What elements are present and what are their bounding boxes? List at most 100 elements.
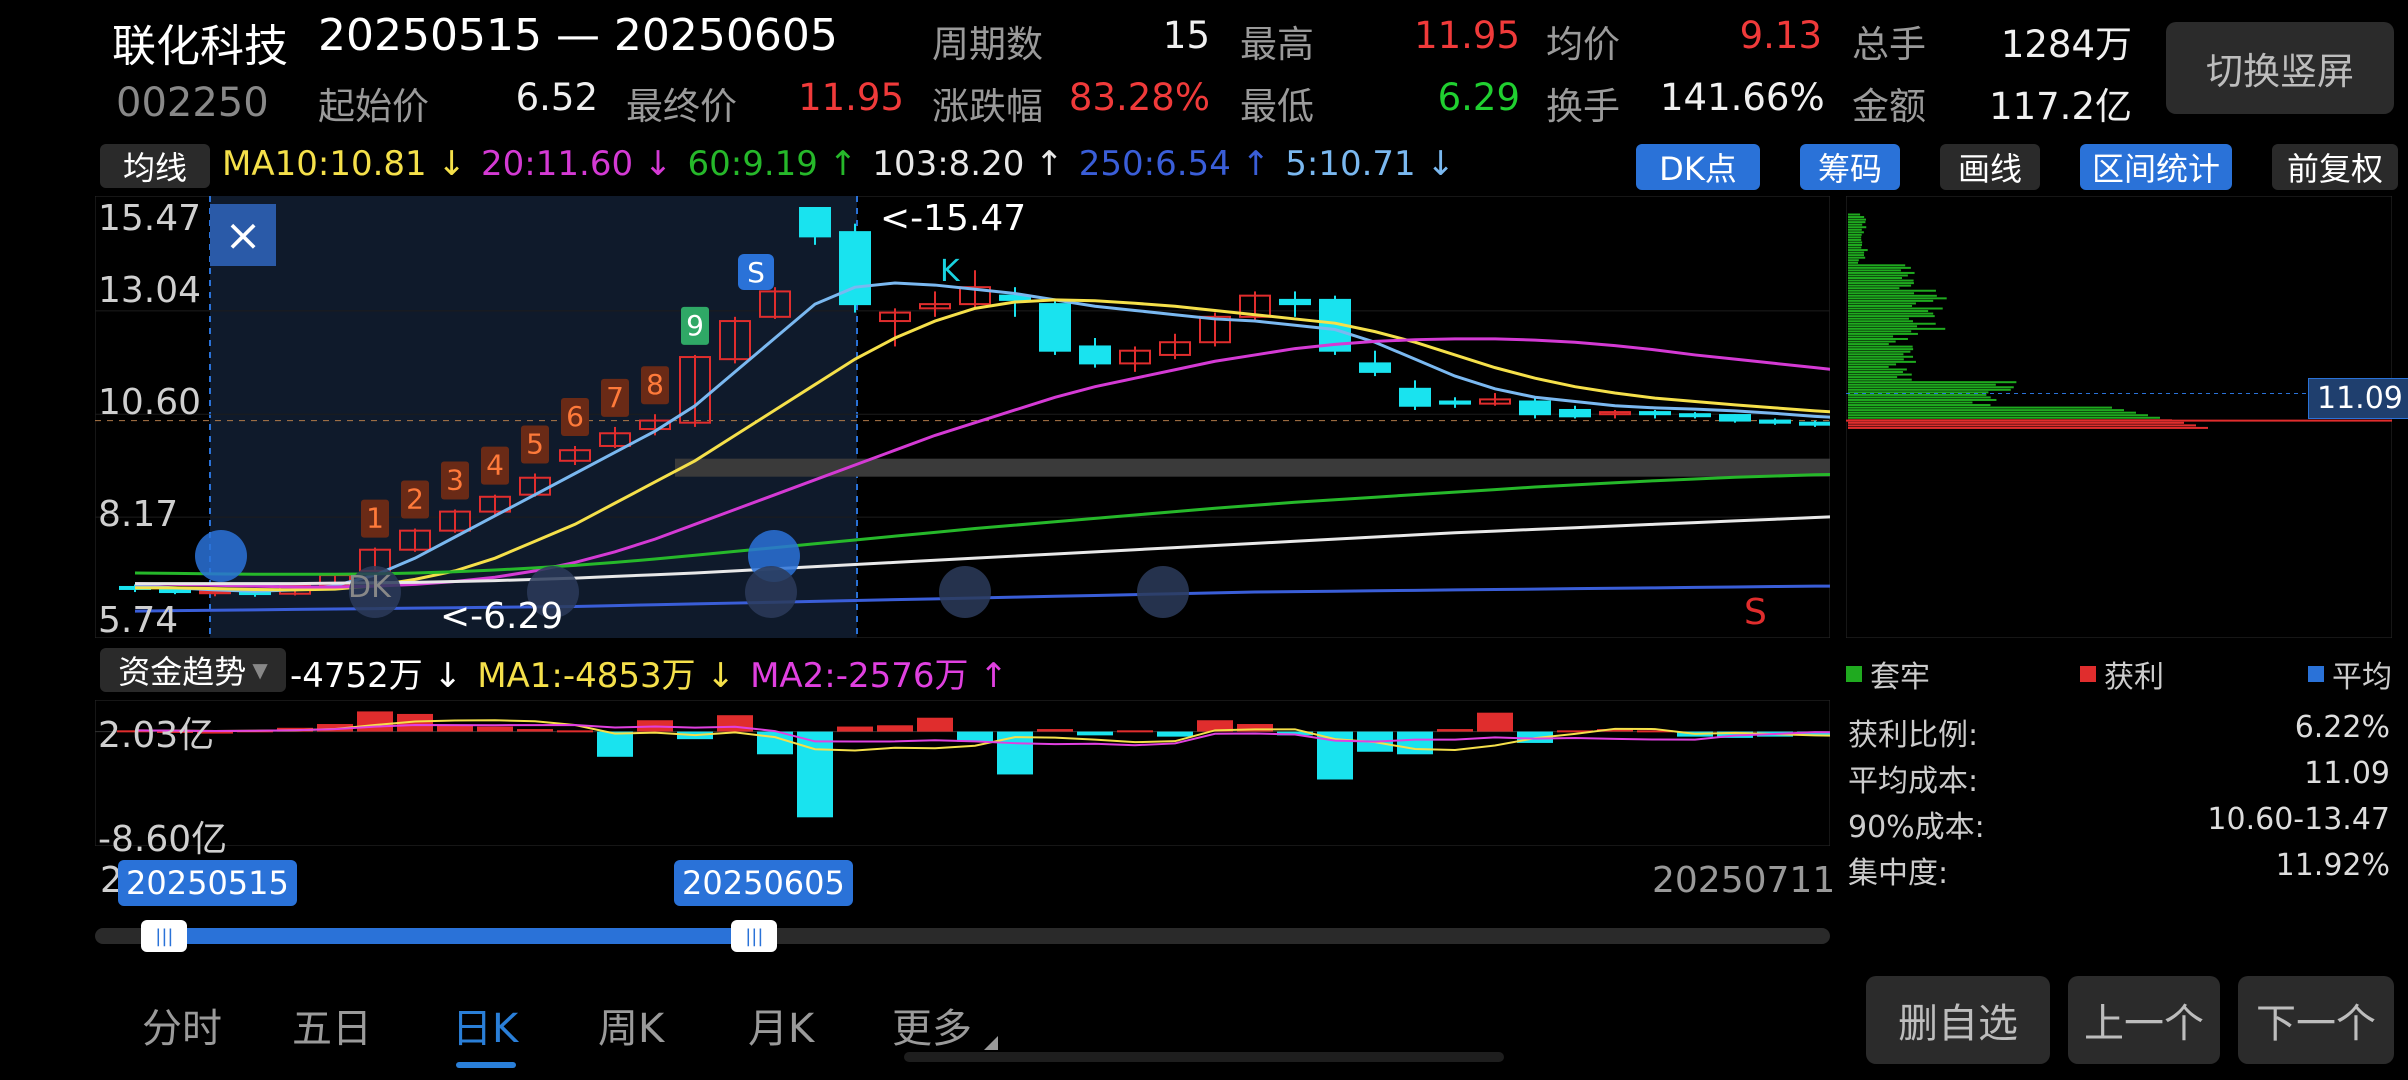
- tab-intraday[interactable]: 分时: [142, 996, 222, 1054]
- chip-bar: [1848, 282, 1914, 284]
- chip-bar: [1848, 427, 2208, 429]
- nav-handle-circle: [745, 566, 797, 618]
- stat-value: 141.66%: [1660, 76, 1822, 119]
- previous-button[interactable]: 上一个: [2068, 976, 2220, 1064]
- stat-label: 最高: [1240, 14, 1314, 68]
- chip-bar: [1848, 310, 1928, 312]
- chip-bar: [1848, 417, 2160, 419]
- range-start-handle[interactable]: |||: [141, 920, 187, 952]
- chip-bar: [1848, 231, 1864, 233]
- chip-bar: [1848, 343, 1889, 345]
- range-start-tag: 20250515: [118, 860, 297, 906]
- nav-handle-circle: [1137, 566, 1189, 618]
- tab-weekly-k[interactable]: 周K: [598, 996, 664, 1054]
- stock-code: 002250: [116, 80, 269, 126]
- tab-more[interactable]: 更多: [892, 996, 972, 1054]
- fund-bar: [1437, 729, 1473, 732]
- y-tick: 15.47: [98, 198, 201, 239]
- dk-point-label: DK点: [1659, 144, 1737, 190]
- fund-bar: [837, 727, 873, 732]
- active-tab-indicator: [456, 1062, 516, 1068]
- chip-bar: [1848, 412, 2136, 414]
- chip-bar: [1848, 348, 1913, 350]
- stat-label: 周期数: [932, 14, 1043, 68]
- chip-bar: [1848, 252, 1864, 254]
- chip-button[interactable]: 筹码: [1800, 144, 1900, 190]
- remove-favorite-button[interactable]: 删自选: [1866, 976, 2050, 1064]
- fund-bar: [1077, 732, 1113, 736]
- chip-stat-value: 11.09: [2150, 756, 2390, 791]
- stat-label: 换手: [1546, 76, 1620, 130]
- chip-bar: [1848, 272, 1915, 274]
- chip-stat-label: 90%成本:: [1848, 802, 1985, 846]
- chip-bar: [1848, 399, 1996, 401]
- td-count-text: 4: [486, 449, 504, 482]
- candle-body: [1760, 421, 1790, 423]
- fund-bar: [1157, 732, 1193, 737]
- candle-body: [1400, 389, 1430, 406]
- chip-bar: [1848, 257, 1865, 259]
- stat-label: 均价: [1546, 14, 1620, 68]
- chip-stat-value: 11.92%: [2150, 848, 2390, 883]
- chip-stat-label: 平均成本:: [1848, 756, 1978, 800]
- chip-bar: [1848, 214, 1860, 216]
- fund-bar: [1477, 713, 1513, 732]
- y-tick: 5.74: [98, 600, 178, 641]
- fund-y-tick: -8.60亿: [98, 810, 227, 862]
- range-end-handle[interactable]: |||: [731, 920, 777, 952]
- chip-bar: [1848, 353, 1903, 355]
- y-tick: 10.60: [98, 382, 201, 423]
- chip-bar: [1848, 374, 1912, 376]
- chip-bar: [1848, 308, 1943, 310]
- candle-body: [1520, 402, 1550, 415]
- chip-bar: [1848, 320, 1913, 322]
- ma20-value: 20:11.60 ↓: [481, 144, 672, 184]
- signal-s-label: S: [747, 256, 765, 289]
- signal-s-badge[interactable]: S: [738, 254, 774, 290]
- timeline-selected-range[interactable]: [164, 928, 754, 944]
- chip-bar: [1848, 290, 1936, 292]
- td-count-marker: 2: [401, 481, 429, 519]
- range-stats-button[interactable]: 区间统计: [2080, 144, 2232, 190]
- switch-portrait-button[interactable]: 切换竖屏: [2166, 22, 2394, 114]
- chip-bar: [1848, 422, 2184, 424]
- chip-bar: [1848, 368, 1907, 370]
- dk-point-button[interactable]: DK点: [1636, 144, 1760, 190]
- td-count-text: 3: [446, 463, 464, 496]
- chip-bar: [1848, 297, 1947, 299]
- td-count-text: 5: [526, 427, 544, 460]
- chip-bar: [1848, 269, 1901, 271]
- candle-body: [1440, 402, 1470, 404]
- chip-bar: [1848, 407, 2112, 409]
- forward-adjust-button[interactable]: 前复权: [2272, 144, 2398, 190]
- fund-bar: [477, 727, 513, 732]
- draw-line-button[interactable]: 画线: [1940, 144, 2040, 190]
- close-selection-icon[interactable]: ×: [210, 204, 276, 266]
- chip-bar: [1848, 361, 1916, 363]
- ma-selector[interactable]: 均线: [100, 144, 210, 188]
- fund-bar: [1037, 729, 1073, 732]
- ma103-value: 103:8.20 ↑: [872, 144, 1063, 184]
- more-corner-icon: [984, 1036, 998, 1050]
- candle-body: [1560, 410, 1590, 416]
- fund-bar: [1117, 730, 1153, 732]
- tab-daily-k[interactable]: 日K: [452, 996, 518, 1054]
- next-button[interactable]: 下一个: [2238, 976, 2394, 1064]
- legend-label: 套牢: [1870, 652, 1930, 696]
- fund-trend-selector[interactable]: 资金趋势 ▼: [100, 648, 286, 692]
- candle-body: [1640, 412, 1670, 414]
- chip-bar: [1848, 394, 1986, 396]
- range-end-tag: 20250605: [674, 860, 853, 906]
- tab-monthly-k[interactable]: 月K: [748, 996, 814, 1054]
- legend-label: 获利: [2104, 652, 2164, 696]
- high-annotation: <-15.47: [880, 198, 1026, 239]
- fund-ma1: MA1:-4853万 ↓: [477, 656, 735, 696]
- low-annotation: <-6.29: [440, 596, 563, 637]
- tab-five-day[interactable]: 五日: [292, 996, 372, 1054]
- forward-adjust-label: 前复权: [2287, 144, 2383, 190]
- ma250-value: 250:6.54 ↑: [1079, 144, 1270, 184]
- nav-handle-circle: [195, 530, 247, 582]
- stat-value: 9.13: [1700, 14, 1822, 57]
- chip-bar: [1848, 302, 1916, 304]
- fund-flow-chart[interactable]: [95, 700, 1830, 846]
